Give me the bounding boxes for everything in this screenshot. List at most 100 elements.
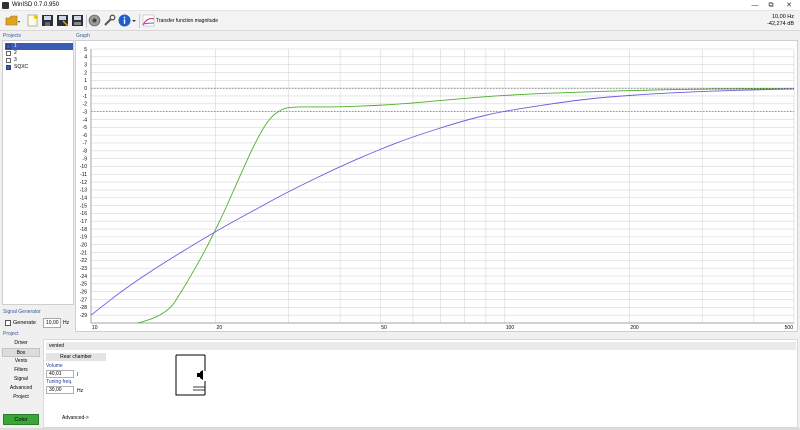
y-tick-label: -11	[80, 172, 87, 178]
project-checkbox[interactable]	[6, 51, 11, 56]
app-icon	[2, 2, 9, 9]
y-tick-label: -8	[83, 149, 88, 155]
graph-type-label[interactable]: Transfer function magnitude	[156, 18, 218, 24]
y-tick-label: -16	[80, 211, 87, 217]
graph-type-button[interactable]	[142, 14, 155, 27]
nav-item-signal[interactable]: Signal	[2, 375, 40, 384]
y-tick-label: 5	[84, 47, 87, 53]
y-tick-label: 2	[84, 70, 87, 76]
toolbar: Transfer function magnitude 10,00 Hz -42…	[0, 11, 800, 31]
transfer-function-chart[interactable]: 543210-1-2-3-4-5-6-7-8-9-10-11-12-13-14-…	[76, 41, 797, 331]
y-tick-label: 1	[84, 78, 87, 84]
chevron-down-icon	[132, 20, 136, 22]
nav-item-project[interactable]: Project	[2, 393, 40, 402]
window-title: WinISD 0.7.0.950	[12, 2, 60, 8]
volume-input[interactable]	[46, 370, 74, 378]
y-tick-label: -15	[80, 203, 87, 209]
x-tick-label: 20	[217, 325, 223, 331]
y-tick-label: -10	[80, 164, 87, 170]
project-item-sqxc[interactable]: SQXC	[5, 64, 73, 71]
projects-heading: Projects	[3, 33, 22, 39]
info-icon	[118, 14, 131, 27]
y-tick-label: -3	[83, 109, 88, 115]
save-as-icon	[57, 15, 69, 27]
volume-label: Volume	[46, 363, 63, 369]
open-folder-button[interactable]	[5, 14, 20, 27]
folder-icon	[5, 15, 20, 26]
project-item-3[interactable]: 3	[5, 57, 73, 64]
box-panel: vented Rear chamber Volume l Tuning freq…	[43, 339, 798, 428]
generate-checkbox[interactable]	[5, 320, 11, 326]
save-icon	[42, 15, 53, 26]
save-button[interactable]	[41, 14, 54, 27]
y-tick-label: -19	[80, 235, 87, 241]
y-tick-label: -20	[80, 243, 87, 249]
box-diagram	[175, 354, 206, 396]
y-tick-label: -23	[80, 266, 87, 272]
tuning-freq-input[interactable]	[46, 386, 74, 394]
advanced-link[interactable]: Advanced->	[62, 415, 89, 421]
nav-item-box[interactable]: Box	[2, 348, 40, 357]
nav-item-filters[interactable]: Filters	[2, 366, 40, 375]
y-tick-label: -27	[80, 297, 87, 303]
y-tick-label: 0	[84, 86, 87, 92]
new-project-button[interactable]	[26, 14, 39, 27]
x-tick-label: 50	[381, 325, 387, 331]
y-tick-label: -7	[83, 141, 88, 147]
y-tick-label: 4	[84, 55, 87, 61]
y-tick-label: 3	[84, 62, 87, 68]
readout-frequency: 10,00 Hz	[771, 14, 794, 20]
project-item-1[interactable]: 1	[5, 43, 73, 50]
y-tick-label: -6	[83, 133, 88, 139]
y-tick-label: -17	[80, 219, 87, 225]
driver-editor-button[interactable]	[88, 14, 101, 27]
new-file-icon	[27, 14, 38, 27]
cursor-readout: 10,00 Hz -42,274 dB	[767, 14, 794, 28]
y-tick-label: -2	[83, 102, 88, 108]
project-checkbox[interactable]	[6, 44, 11, 49]
y-tick-label: -5	[83, 125, 88, 131]
tab-rear-chamber[interactable]: Rear chamber	[46, 353, 106, 361]
y-tick-label: -21	[80, 250, 87, 256]
volume-unit: l	[77, 372, 79, 378]
generator-frequency-unit: Hz	[63, 320, 70, 326]
nav-item-advanced[interactable]: Advanced	[2, 384, 40, 393]
graph-heading: Graph	[76, 33, 90, 39]
project-checkbox[interactable]	[6, 65, 11, 70]
restore-button[interactable]: ⧉	[762, 0, 780, 11]
project-label: 1	[14, 43, 17, 49]
project-item-2[interactable]: 2	[5, 50, 73, 57]
save-as-button[interactable]	[56, 14, 69, 27]
project-checkbox[interactable]	[6, 58, 11, 63]
y-tick-label: -13	[80, 188, 87, 194]
color-button[interactable]: Color	[3, 414, 39, 425]
graph-panel[interactable]: 5 4 3 2 1 0 -1 -2 -3 -4 -5 -6 -7 -8 -9 -10 -11 -12 -13 -14-…	[75, 40, 798, 332]
speaker-driver-icon	[88, 14, 101, 27]
close-button[interactable]: ✕	[780, 0, 798, 11]
y-tick-label: -26	[80, 289, 87, 295]
info-dropdown-button[interactable]	[131, 14, 137, 27]
info-button[interactable]	[118, 14, 131, 27]
project-label: 2	[14, 50, 17, 56]
tuning-freq-unit: Hz	[77, 388, 84, 394]
y-tick-label: -18	[80, 227, 87, 233]
save-all-button[interactable]	[71, 14, 84, 27]
box-type-selector[interactable]: vented	[46, 342, 796, 350]
generator-frequency-input[interactable]	[43, 318, 61, 328]
nav-item-vents[interactable]: Vents	[2, 357, 40, 366]
series-line-2	[91, 88, 794, 316]
generate-label: Generate	[13, 320, 36, 326]
y-tick-label: -9	[83, 156, 88, 162]
toolbar-separator	[86, 14, 87, 28]
y-tick-label: -25	[80, 282, 87, 288]
nav-item-driver[interactable]: Driver	[2, 339, 40, 348]
tools-button[interactable]	[103, 14, 116, 27]
projects-list: 1 2 3 SQXC	[2, 40, 74, 305]
y-tick-label: -28	[80, 305, 87, 311]
wrench-icon	[104, 14, 116, 26]
x-tick-label: 200	[630, 325, 639, 331]
x-tick-label: 10	[92, 325, 98, 331]
y-tick-label: -1	[83, 94, 88, 100]
graph-icon	[142, 14, 155, 27]
series-line-1	[135, 88, 794, 323]
